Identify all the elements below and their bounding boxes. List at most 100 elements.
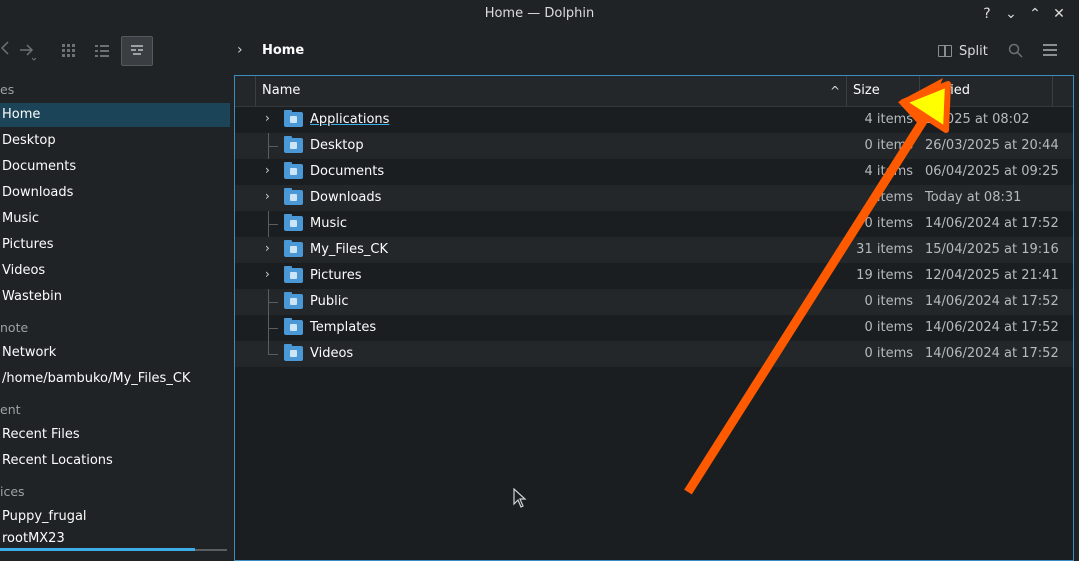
breadcrumb-home[interactable]: Home [262,43,304,58]
file-size: 0 items [864,346,913,361]
folder-emblem-icon [290,220,297,227]
sidebar-section-remote: note [0,320,29,335]
column-header: Name ^ Size ified [235,76,1073,107]
folder-emblem-icon [290,298,297,305]
column-header-modified[interactable]: ified [919,76,1052,106]
list-view-icon[interactable] [95,44,109,62]
file-name: Downloads [310,190,382,205]
sidebar-item-network[interactable]: Network [0,341,230,365]
tree-branch [268,328,278,329]
table-row[interactable]: › Pictures 19 items 12/04/2025 at 21:41 [235,263,1073,289]
file-size: 4 items [864,112,913,127]
close-button[interactable]: ✕ [1049,4,1069,24]
expand-chevron-icon[interactable]: › [265,267,270,281]
tree-line [268,341,269,354]
file-name: Documents [310,164,385,179]
file-name: Public [310,294,349,309]
tree-branch [268,302,278,303]
table-row[interactable]: › My_Files_CK 31 items 15/04/2025 at 19:16 [235,237,1073,263]
sidebar-item-documents[interactable]: Documents [0,155,230,179]
folder-emblem-icon [290,246,297,253]
forward-icon[interactable] [18,41,38,65]
sidebar-section-places: es [0,82,15,97]
file-modified: 14/06/2024 at 17:52 [925,320,1059,335]
detail-view-icon[interactable] [121,36,153,66]
folder-icon [284,344,303,361]
expand-chevron-icon[interactable]: › [265,241,270,255]
column-header-spacer [1052,76,1073,106]
folder-icon [284,110,303,127]
file-size: 4 items [864,164,913,179]
tree-branch [268,224,278,225]
folder-icon [284,240,303,257]
expand-chevron-icon[interactable]: › [265,111,270,125]
sidebar-item-recent-locations[interactable]: Recent Locations [0,449,230,473]
title-bar: Home — Dolphin ? ⌄ ⌃ ✕ [0,0,1079,28]
back-icon[interactable] [0,41,10,59]
sidebar-item-wastebin[interactable]: Wastebin [0,285,230,309]
file-modified: 2/2025 at 08:02 [925,112,1030,127]
sidebar-item-downloads[interactable]: Downloads [0,181,230,205]
sidebar-item-music[interactable]: Music [0,207,230,231]
breadcrumb-separator: › [237,42,243,58]
folder-icon [284,318,303,335]
file-size: 0 items [864,138,913,153]
sidebar-item-videos[interactable]: Videos [0,259,230,283]
folder-icon [284,214,303,231]
expand-chevron-icon[interactable]: › [265,163,270,177]
folder-icon [284,292,303,309]
help-button[interactable]: ? [977,4,997,24]
sidebar-item-pictures[interactable]: Pictures [0,233,230,257]
sidebar-item-desktop[interactable]: Desktop [0,129,230,153]
file-name: Videos [310,346,354,361]
folder-emblem-icon [290,324,297,331]
sidebar-item-recent-files[interactable]: Recent Files [0,423,230,447]
folder-emblem-icon [290,168,297,175]
column-size-label: Size [853,83,880,98]
device-capacity-bar [0,548,195,551]
table-row[interactable]: Public 0 items 14/06/2024 at 17:52 [235,289,1073,315]
file-modified: Today at 08:31 [925,190,1022,205]
file-name: My_Files_CK [310,242,389,257]
sidebar-item-puppy-frugal[interactable]: Puppy_frugal [0,505,230,529]
table-row[interactable]: › Documents 4 items 06/04/2025 at 09:25 [235,159,1073,185]
table-row[interactable]: Desktop 0 items 26/03/2025 at 20:44 [235,133,1073,159]
minimize-button[interactable]: ⌄ [1001,4,1021,24]
table-row[interactable]: › Downloads items Today at 08:31 [235,185,1073,211]
expand-chevron-icon[interactable]: › [265,189,270,203]
file-size: items [876,190,913,205]
sidebar-item-rootmx23[interactable]: rootMX23 [0,529,230,549]
hamburger-menu-icon[interactable] [1043,44,1057,59]
table-row[interactable]: Templates 0 items 14/06/2024 at 17:52 [235,315,1073,341]
grid-view-icon[interactable] [62,44,76,62]
device-capacity-bar-remainder [195,549,227,551]
toolbar [0,28,1079,74]
column-header-name[interactable]: Name ^ [255,76,846,106]
file-modified: 12/04/2025 at 21:41 [925,268,1059,283]
file-size: 31 items [856,242,913,257]
column-modified-label: ified [942,83,971,98]
file-modified: 14/06/2024 at 17:52 [925,346,1059,361]
tree-branch [268,354,278,355]
table-row[interactable]: › Applications 4 items 2/2025 at 08:02 [235,107,1073,133]
file-name: Pictures [310,268,362,283]
split-view-icon [938,45,952,57]
folder-icon [284,266,303,283]
sidebar-item-my-files-ck[interactable]: /home/bambuko/My_Files_CK [0,367,230,391]
split-button[interactable]: Split [938,41,988,61]
file-name: Desktop [310,138,364,153]
file-modified: 14/06/2024 at 17:52 [925,216,1059,231]
table-row[interactable]: Music 0 items 14/06/2024 at 17:52 [235,211,1073,237]
sidebar-item-home[interactable]: Home [0,103,230,127]
table-row[interactable]: Videos 0 items 14/06/2024 at 17:52 [235,341,1073,367]
column-header-size[interactable]: Size [846,76,919,106]
search-icon[interactable] [1008,43,1023,62]
sort-ascending-icon: ^ [829,84,840,98]
places-sidebar: es Home Desktop Documents Downloads Musi… [0,74,232,561]
file-name: Applications [310,112,390,127]
split-label: Split [959,43,988,59]
maximize-button[interactable]: ⌃ [1025,4,1045,24]
folder-icon [284,136,303,153]
folder-emblem-icon [290,116,297,123]
file-name: Templates [310,320,377,335]
